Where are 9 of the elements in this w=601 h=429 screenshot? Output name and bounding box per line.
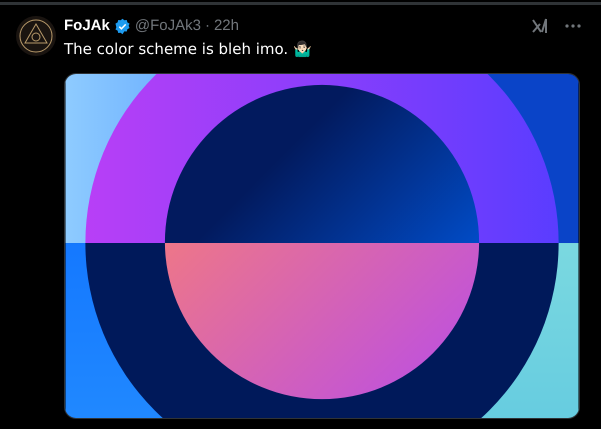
author-name[interactable]: FoJAk <box>64 16 110 36</box>
post-text: The color scheme is bleh imo. 🤷🏻‍♂ <box>64 39 313 59</box>
author-handle[interactable]: @FoJAk3 <box>134 16 201 36</box>
separator-dot: · <box>204 16 210 36</box>
abstract-artwork-drawing[interactable] <box>64 73 580 419</box>
post-time[interactable]: 22h <box>214 16 239 36</box>
more-icon[interactable] <box>565 24 581 28</box>
avatar-icon[interactable] <box>16 16 56 56</box>
grok-icon[interactable] <box>531 17 549 35</box>
